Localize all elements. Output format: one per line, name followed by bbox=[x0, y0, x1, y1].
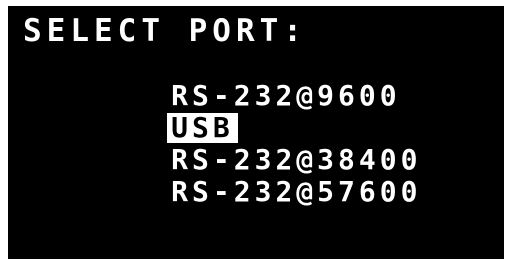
menu-item-label: USB bbox=[167, 111, 238, 144]
menu-item-label: RS-232@38400 bbox=[171, 143, 422, 176]
port-menu: RS-232@9600 USB RS-232@38400 RS-232@5760… bbox=[44, 48, 423, 206]
menu-title: SELECT PORT: bbox=[23, 13, 307, 49]
lcd-screen: SELECT PORT: RS-232@9600 USB RS-232@3840… bbox=[8, 6, 504, 259]
menu-item-rs232-9600[interactable]: RS-232@9600 bbox=[44, 48, 423, 110]
menu-item-label: RS-232@57600 bbox=[171, 175, 422, 208]
menu-item-label: RS-232@9600 bbox=[171, 79, 401, 112]
